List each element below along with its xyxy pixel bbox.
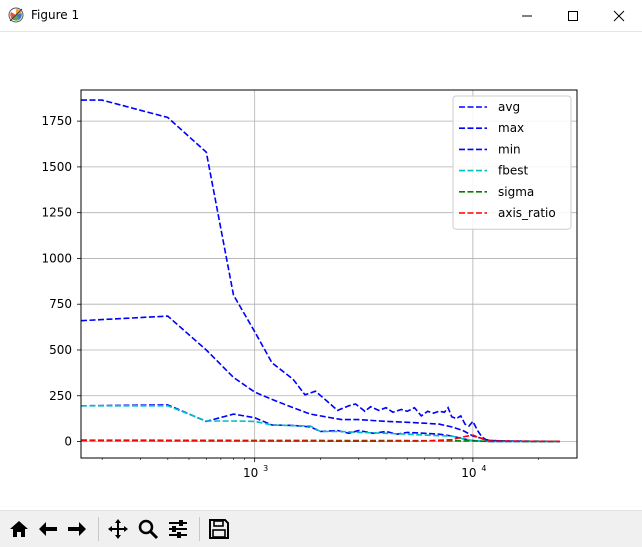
x-tick-label: 10 (243, 466, 258, 480)
y-tick-label: 750 (49, 297, 72, 311)
series-line-fbest (81, 404, 560, 443)
legend-label: axis_ratio (498, 206, 556, 220)
matplotlib-logo-icon (8, 7, 24, 23)
forward-button[interactable] (64, 516, 90, 542)
y-tick-label: 250 (49, 389, 72, 403)
save-button[interactable] (206, 516, 232, 542)
zoom-icon (138, 519, 159, 540)
home-button[interactable] (6, 516, 32, 542)
toolbar-separator (199, 517, 200, 541)
legend: avg max min fbest sigma axis_ratio (452, 95, 572, 230)
configure-subplots-icon (169, 520, 187, 538)
pan-icon (108, 519, 128, 539)
back-arrow-icon (39, 522, 57, 536)
figure-window: Figure 1 10 3 10 4 0 250 500 750 1000 1250 1500 175… (0, 0, 642, 547)
line-chart[interactable]: 10 3 10 4 0 250 500 750 1000 1250 1500 1750 avg max m… (0, 32, 642, 510)
close-button[interactable] (596, 0, 642, 31)
legend-label: min (498, 142, 521, 156)
toolbar-separator (98, 517, 99, 541)
y-tick-label: 500 (49, 343, 72, 357)
x-tick-exponent: 3 (263, 464, 268, 473)
series-line-min (81, 404, 560, 443)
save-icon (209, 519, 229, 539)
navigation-toolbar (0, 510, 642, 547)
y-tick-label: 0 (64, 435, 72, 449)
y-tick-label: 1750 (41, 114, 72, 128)
forward-arrow-icon (68, 522, 86, 536)
title-bar[interactable]: Figure 1 (0, 0, 642, 32)
zoom-button[interactable] (135, 516, 161, 542)
figure-canvas[interactable]: 10 3 10 4 0 250 500 750 1000 1250 1500 1750 avg max m… (0, 32, 642, 510)
minimize-icon (522, 15, 532, 17)
pan-button[interactable] (105, 516, 131, 542)
x-tick-label: 10 (461, 466, 476, 480)
y-tick-label: 1000 (41, 251, 72, 265)
legend-label: avg (498, 100, 520, 114)
back-button[interactable] (35, 516, 61, 542)
window-title: Figure 1 (31, 8, 80, 22)
legend-label: max (498, 121, 524, 135)
x-tick-exponent: 4 (481, 464, 486, 473)
home-icon (10, 521, 28, 537)
y-tick-label: 1250 (41, 206, 72, 220)
maximize-button[interactable] (550, 0, 596, 31)
series-line-axis_ratio (81, 434, 560, 443)
minimize-button[interactable] (504, 0, 550, 31)
maximize-icon (568, 11, 578, 21)
legend-label: fbest (498, 164, 528, 178)
configure-subplots-button[interactable] (165, 516, 191, 542)
series-line-avg (81, 315, 560, 443)
close-icon (613, 10, 625, 22)
y-tick-label: 1500 (41, 160, 72, 174)
legend-label: sigma (498, 185, 534, 199)
